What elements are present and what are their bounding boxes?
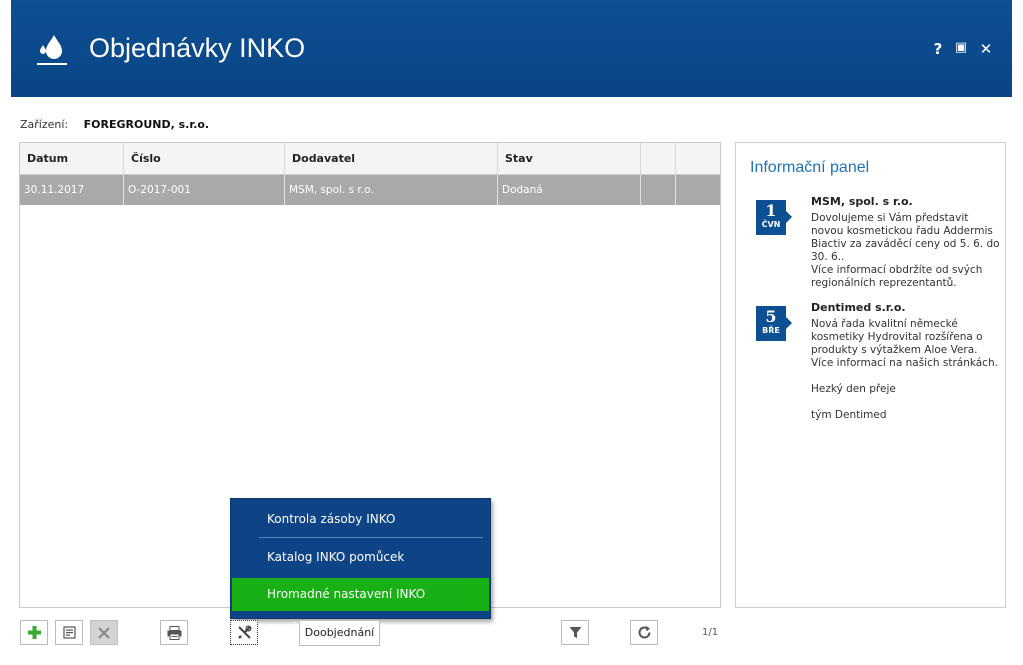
table-header: Datum Číslo Dodavatel Stav <box>20 143 720 175</box>
menu-item-kontrola-zasoby[interactable]: Kontrola zásoby INKO <box>232 503 489 536</box>
calendar-badge: 1 ČVN <box>756 200 792 235</box>
table-row[interactable]: 30.11.2017 O-2017-001 MSM, spol. s r.o. … <box>20 174 720 205</box>
cell-extra1 <box>640 174 676 205</box>
news-item: 1 ČVN MSM, spol. s r.o. Dovolujeme si Vá… <box>756 195 1000 295</box>
window-title: Objednávky INKO <box>89 33 306 63</box>
cell-stav: Dodaná <box>497 174 641 205</box>
info-panel: Informační panel 1 ČVN MSM, spol. s r.o.… <box>735 142 1006 608</box>
info-panel-title: Informační panel <box>750 159 870 176</box>
news-heading: Dentimed s.r.o. <box>811 301 906 314</box>
water-drop-icon <box>37 35 67 65</box>
news-text: tým Dentimed <box>811 409 887 421</box>
news-text: Více informací na našich stránkách. <box>811 357 998 369</box>
news-text: Hezký den přeje <box>811 383 896 395</box>
help-button[interactable]: ? <box>929 40 947 58</box>
cell-dodavatel: MSM, spol. s r.o. <box>284 174 498 205</box>
reorder-button[interactable]: Doobjednání <box>299 620 380 646</box>
column-header-extra2[interactable] <box>675 143 720 175</box>
tools-context-menu: Kontrola zásoby INKO Katalog INKO pomůce… <box>230 498 491 634</box>
device-info: Zařízení: FOREGROUND, s.r.o. <box>20 118 209 131</box>
plus-icon <box>27 626 41 639</box>
calendar-month: ČVN <box>761 220 781 229</box>
column-header-stav[interactable]: Stav <box>497 143 641 175</box>
calendar-day: 5 <box>765 307 777 326</box>
column-header-datum[interactable]: Datum <box>20 143 124 175</box>
cell-extra2 <box>675 174 720 205</box>
edit-document-icon <box>62 626 76 639</box>
menu-item-katalog-pomucek[interactable]: Katalog INKO pomůcek <box>232 541 489 574</box>
refresh-button[interactable] <box>630 620 658 645</box>
refresh-icon <box>638 626 650 639</box>
column-header-cislo[interactable]: Číslo <box>123 143 285 175</box>
tools-button[interactable] <box>230 620 258 645</box>
column-header-dodavatel[interactable]: Dodavatel <box>284 143 498 175</box>
column-header-extra1[interactable] <box>640 143 676 175</box>
delete-button[interactable] <box>90 620 118 645</box>
filter-funnel-icon <box>569 627 581 638</box>
filter-button[interactable] <box>561 620 589 645</box>
device-value: FOREGROUND, s.r.o. <box>83 118 210 131</box>
menu-separator <box>259 537 483 538</box>
close-button[interactable]: ✕ <box>977 40 995 58</box>
tools-wrench-icon <box>237 625 251 639</box>
cell-cislo: O-2017-001 <box>123 174 285 205</box>
device-label: Zařízení: <box>20 118 69 131</box>
menu-item-hromadne-nastaveni[interactable]: Hromadné nastavení INKO preskripce <box>232 578 489 634</box>
add-button[interactable] <box>20 620 48 645</box>
printer-icon <box>167 625 181 640</box>
edit-button[interactable] <box>55 620 83 645</box>
delete-x-icon <box>98 626 110 639</box>
print-button[interactable] <box>160 620 188 645</box>
cell-datum: 30.11.2017 <box>20 174 124 205</box>
maximize-button[interactable]: ▣ <box>952 40 970 55</box>
page-indicator: 1/1 <box>702 627 719 638</box>
news-text: Dovolujeme si Vám představit novou kosme… <box>811 212 1000 263</box>
news-body: Nová řada kvalitní německé kosmetiky Hyd… <box>811 318 1001 422</box>
calendar-day: 1 <box>765 201 777 220</box>
calendar-badge: 5 BŘE <box>756 306 792 341</box>
calendar-month: BŘE <box>762 326 780 335</box>
news-item: 5 BŘE Dentimed s.r.o. Nová řada kvalitní… <box>756 301 998 441</box>
news-text: Více informací obdržíte od svých regioná… <box>811 264 983 289</box>
news-heading: MSM, spol. s r.o. <box>811 195 913 208</box>
news-text: Nová řada kvalitní německé kosmetiky Hyd… <box>811 318 983 356</box>
news-body: Dovolujeme si Vám představit novou kosme… <box>811 212 1001 290</box>
title-bar: Objednávky INKO ? ▣ ✕ <box>11 0 1012 97</box>
